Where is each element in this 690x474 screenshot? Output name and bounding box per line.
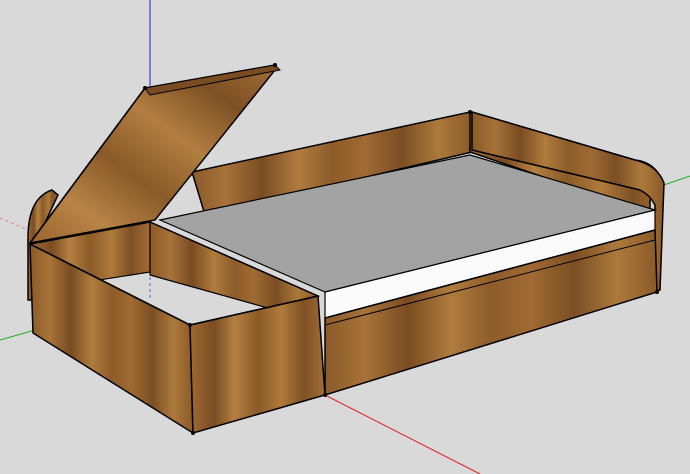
vertex-marker — [188, 323, 192, 327]
vertex-marker — [191, 431, 195, 435]
axis-green — [0, 329, 36, 341]
vertex-marker — [323, 393, 327, 397]
vertex-marker — [468, 110, 472, 114]
scene-canvas[interactable] — [0, 0, 690, 474]
storage-box-front[interactable] — [189, 295, 326, 434]
vertex-marker — [273, 63, 277, 67]
vertex-marker — [655, 290, 659, 294]
vertex-marker — [143, 86, 147, 90]
3d-viewport[interactable] — [0, 0, 690, 474]
axis-red-hidden — [0, 217, 29, 231]
axis-red — [324, 394, 481, 474]
